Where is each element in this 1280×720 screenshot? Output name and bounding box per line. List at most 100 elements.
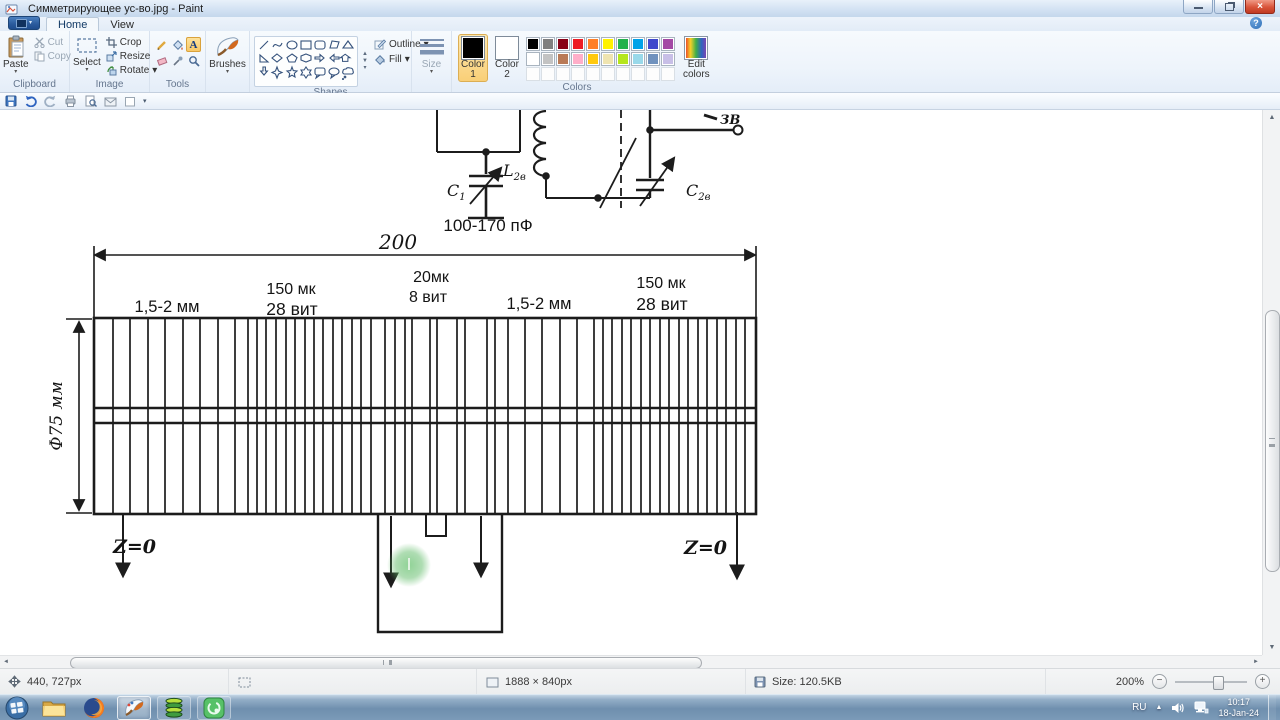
- pencil-tool[interactable]: [154, 37, 169, 52]
- palette-swatch[interactable]: [601, 52, 615, 66]
- magnifier-tool[interactable]: [186, 53, 201, 68]
- scroll-up-icon: ▲: [362, 50, 368, 57]
- eraser-tool[interactable]: [154, 53, 169, 68]
- tab-view[interactable]: View: [99, 18, 145, 31]
- palette-swatch[interactable]: [541, 67, 555, 81]
- qat-customize-icon[interactable]: ▾: [143, 97, 147, 105]
- palette-swatch[interactable]: [571, 52, 585, 66]
- shapes-scroll[interactable]: ▲ ▼ ▾: [360, 34, 370, 87]
- palette-swatch[interactable]: [586, 52, 600, 66]
- palette-swatch[interactable]: [601, 37, 615, 51]
- chevron-down-icon: ▾: [225, 69, 229, 75]
- undo-icon[interactable]: [24, 95, 37, 107]
- send-email-icon[interactable]: [104, 96, 117, 107]
- taskbar-clock[interactable]: 10:17 18-Jan-24: [1218, 697, 1259, 719]
- palette-swatch[interactable]: [616, 52, 630, 66]
- palette-swatch[interactable]: [556, 52, 570, 66]
- zoom-slider-thumb[interactable]: [1213, 675, 1224, 690]
- diameter-dim-label: Ф75 мм: [47, 381, 67, 450]
- tab-home[interactable]: Home: [46, 17, 100, 31]
- new-image-icon[interactable]: [124, 96, 136, 107]
- taskbar-paint-button[interactable]: [117, 695, 151, 720]
- winding-label: 20мк: [413, 269, 450, 286]
- horizontal-scrollbar[interactable]: ◄ ►: [0, 655, 1262, 669]
- scroll-up-button[interactable]: ▲: [1265, 111, 1279, 124]
- palette-swatch[interactable]: [541, 52, 555, 66]
- file-size-icon: [754, 676, 766, 687]
- folder-icon: [42, 701, 66, 716]
- taskbar-firefox-button[interactable]: [77, 696, 111, 720]
- palette-swatch[interactable]: [631, 67, 645, 81]
- palette-swatch[interactable]: [526, 67, 540, 81]
- redo-icon[interactable]: [44, 95, 57, 107]
- volume-icon[interactable]: [1171, 702, 1185, 714]
- palette-swatch[interactable]: [571, 37, 585, 51]
- group-size: Size ▾: [412, 31, 452, 92]
- zoom-out-button[interactable]: −: [1152, 674, 1167, 689]
- scroll-down-button[interactable]: ▼: [1265, 641, 1279, 654]
- palette-swatch[interactable]: [571, 67, 585, 81]
- paint-window: Симметрирующее ус-во.jpg - Paint × ▾ Hom…: [0, 0, 1280, 720]
- fill-tool[interactable]: [170, 37, 185, 52]
- diameter-dimension: [66, 318, 92, 514]
- taskbar-coil-app-button[interactable]: [157, 695, 191, 720]
- language-indicator[interactable]: RU: [1132, 702, 1146, 713]
- palette-swatch[interactable]: [631, 37, 645, 51]
- close-button[interactable]: ×: [1245, 0, 1275, 14]
- select-button[interactable]: Select ▾: [70, 34, 104, 79]
- scroll-left-button[interactable]: ◄: [0, 656, 12, 668]
- palette-swatch[interactable]: [601, 67, 615, 81]
- scroll-right-button[interactable]: ►: [1250, 656, 1262, 668]
- clock-date: 18-Jan-24: [1218, 707, 1259, 718]
- palette-swatch[interactable]: [526, 37, 540, 51]
- color2-button[interactable]: Color 2: [492, 34, 522, 82]
- cut-button[interactable]: Cut: [32, 36, 73, 49]
- help-icon[interactable]: ?: [1250, 17, 1262, 29]
- palette-swatch[interactable]: [556, 67, 570, 81]
- color1-button[interactable]: Color 1: [458, 34, 488, 82]
- restore-button[interactable]: [1214, 0, 1244, 14]
- size-button[interactable]: Size ▾: [416, 36, 448, 76]
- taskbar-screen-recorder-button[interactable]: [197, 695, 231, 720]
- text-tool[interactable]: A: [186, 37, 201, 52]
- vertical-scrollbar[interactable]: ▲ ▼: [1262, 110, 1280, 655]
- palette-swatch[interactable]: [661, 37, 675, 51]
- zoom-slider[interactable]: [1175, 675, 1247, 690]
- zoom-in-button[interactable]: +: [1255, 674, 1270, 689]
- color-picker-tool[interactable]: [170, 53, 185, 68]
- taskbar-explorer-button[interactable]: [37, 696, 71, 720]
- palette-swatch[interactable]: [586, 67, 600, 81]
- palette-swatch[interactable]: [646, 52, 660, 66]
- network-icon[interactable]: [1193, 701, 1209, 714]
- print-icon[interactable]: [64, 95, 77, 107]
- minimize-button[interactable]: [1183, 0, 1213, 14]
- print-preview-icon[interactable]: [84, 95, 97, 107]
- paste-button[interactable]: Paste ▾: [0, 34, 32, 79]
- palette-swatch[interactable]: [661, 52, 675, 66]
- show-desktop-button[interactable]: [1268, 694, 1276, 720]
- palette-swatch[interactable]: [646, 37, 660, 51]
- paint-menu-button[interactable]: ▾: [8, 16, 40, 30]
- brushes-button[interactable]: Brushes ▾: [206, 34, 249, 76]
- palette-swatch[interactable]: [616, 67, 630, 81]
- paint-canvas[interactable]: C1 L2в C2в ЗВ 100-170 пФ 200 1,5-2 мм 15…: [0, 109, 1262, 655]
- copy-button[interactable]: Copy: [32, 50, 73, 63]
- shapes-grid[interactable]: [254, 36, 358, 87]
- palette-swatch[interactable]: [631, 52, 645, 66]
- palette-swatch[interactable]: [586, 37, 600, 51]
- save-icon[interactable]: [5, 95, 17, 107]
- palette-swatch[interactable]: [541, 37, 555, 51]
- tray-expand-icon[interactable]: ▲: [1156, 704, 1163, 711]
- palette-swatch[interactable]: [526, 52, 540, 66]
- group-tools: A Tools: [150, 31, 206, 92]
- vertical-scroll-thumb[interactable]: [1265, 310, 1280, 572]
- palette-swatch[interactable]: [661, 67, 675, 81]
- palette-swatch[interactable]: [616, 37, 630, 51]
- winding-label: 1,5-2 мм: [507, 295, 572, 313]
- image-size-icon: [486, 677, 499, 687]
- cut-icon: [33, 37, 45, 48]
- palette-swatch[interactable]: [646, 67, 660, 81]
- start-button[interactable]: [3, 696, 31, 720]
- palette-swatch[interactable]: [556, 37, 570, 51]
- chevron-down-icon: ▾: [404, 53, 410, 65]
